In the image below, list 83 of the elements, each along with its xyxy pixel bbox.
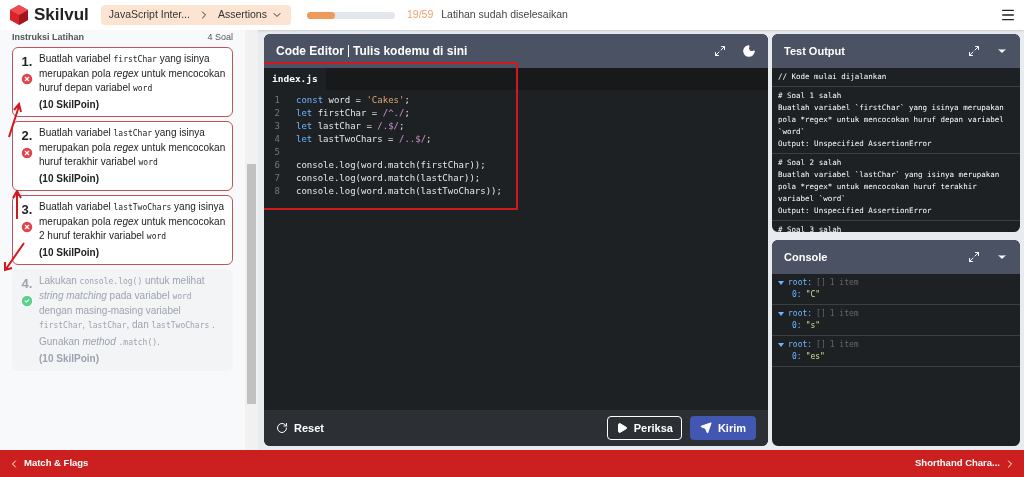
console-count: 1 item (829, 277, 859, 289)
instructions-title: Instruksi Latihan (12, 32, 84, 43)
editor-title: Code Editor (276, 43, 344, 60)
task-card[interactable]: 2. Buatlah variabel lastChar yang isinya merupakan pola regex untuk mencocokan huruf terakhir variabel word (10 SkilPoin) (12, 121, 233, 191)
code-line: const word = 'Cakes'; (295, 94, 410, 107)
panel-title: Console (784, 249, 828, 265)
line-number: 8 (273, 185, 281, 198)
error-icon (20, 71, 34, 86)
task-number: 3. (21, 201, 33, 219)
question-count: 4 Soal (207, 32, 233, 43)
next-link[interactable]: Shorthand Chara... (915, 456, 1016, 471)
task-description: Lakukan console.log() untuk melihat string matching pada variabel word dengan masing-masing variabel firstChar, lastChar, dan lastTwoChars . (39, 274, 216, 332)
task-number: 4. (21, 275, 33, 293)
triangle-icon[interactable] (778, 312, 784, 316)
console-value: "C" (805, 289, 821, 301)
code-line: let firstChar = /^./; (295, 107, 410, 120)
expand-icon[interactable] (714, 45, 726, 57)
console-type: [] (816, 339, 826, 351)
previous-link[interactable]: Match & Flags (8, 456, 89, 471)
console-key: root: (788, 339, 813, 351)
code-line: console.log(word.match(lastTwoChars)); (295, 185, 502, 198)
task-card[interactable]: 1. Buatlah variabel firstChar yang isinya merupakan pola regex untuk mencocokan huruf depan variabel word (10 SkilPoin) (12, 47, 233, 117)
lesson-dropdown[interactable]: Assertions (217, 7, 283, 23)
expand-icon[interactable] (968, 45, 980, 57)
check-icon (20, 293, 34, 308)
refresh-icon (276, 422, 288, 434)
brand-name: Skilvul (34, 4, 89, 27)
send-icon (699, 422, 712, 434)
console-type: [] (816, 277, 826, 289)
task-description: Buatlah variabel lastChar yang isinya merupakan pola regex untuk mencocokan huruf terakhir variabel word (39, 126, 226, 169)
line-number: 7 (273, 172, 281, 185)
code-line: console.log(word.match(firstChar)); (295, 159, 486, 172)
line-number: 2 (273, 107, 281, 120)
console-index: 0: (792, 320, 802, 332)
task-points: (10 SkilPoin) (39, 352, 100, 366)
code-line: let lastChar = /.$/; (295, 120, 405, 133)
progress-count: 19/59 (406, 7, 434, 23)
task-number: 2. (21, 127, 33, 145)
task-description: Buatlah variabel lastTwoChars yang isinya merupakan pola regex untuk mencocokan 2 huruf terakhir variabel word (39, 200, 226, 243)
task-points: (10 SkilPoin) (39, 246, 100, 260)
submit-button[interactable]: Kirim (689, 416, 756, 440)
file-tab[interactable]: index.js (264, 68, 326, 90)
menu-button[interactable] (1000, 7, 1016, 23)
play-icon (615, 422, 628, 434)
console-key: root: (788, 277, 813, 289)
console-value: "es" (805, 351, 825, 363)
line-number: 6 (273, 159, 281, 172)
task-description: Buatlah variabel firstChar yang isinya merupakan pola regex untuk mencocokan huruf depan variabel word (39, 52, 226, 95)
arrow-drawing (12, 190, 22, 220)
console-index: 0: (792, 289, 802, 301)
arrow-drawing (8, 102, 22, 138)
arrow-drawing (2, 242, 26, 272)
panel-title: Test Output (784, 43, 845, 59)
code-line: let lastTwoChars = /..$/; (295, 133, 432, 146)
line-number: 3 (273, 120, 281, 133)
scrollbar[interactable] (245, 30, 258, 450)
moon-icon[interactable] (742, 44, 756, 58)
task-description: Gunakan method .match(). (39, 335, 161, 349)
task-card[interactable]: 3. Buatlah variabel lastTwoChars yang isinya merupakan pola regex untuk mencocokan 2 huruf terakhir variabel word (10 SkilPoin) (12, 195, 233, 265)
triangle-icon[interactable] (778, 343, 784, 347)
task-points: (10 SkilPoin) (39, 172, 100, 186)
console-type: [] (816, 308, 826, 320)
reset-button[interactable]: Reset (276, 419, 324, 437)
triangle-icon[interactable] (778, 281, 784, 285)
code-line: console.log(word.match(lastChar)); (295, 172, 481, 185)
console-value: "s" (805, 320, 821, 332)
editor-subtitle: Tulis kodemu di sini (353, 43, 468, 60)
expand-icon[interactable] (968, 251, 980, 263)
course-breadcrumb[interactable]: JavaScript Inter... (108, 7, 190, 23)
error-icon (20, 145, 34, 160)
line-number: 5 (273, 146, 281, 159)
console-key: root: (788, 308, 813, 320)
line-number: 1 (273, 94, 281, 107)
check-button[interactable]: Periksa (606, 416, 682, 440)
task-points: (10 SkilPoin) (39, 98, 100, 112)
console-index: 0: (792, 351, 802, 363)
progress-label: Latihan sudah diselesaikan (441, 7, 568, 23)
error-icon (20, 219, 34, 234)
console-count: 1 item (829, 339, 859, 351)
cube-logo-icon (8, 4, 30, 26)
line-number: 4 (273, 133, 281, 146)
console-count: 1 item (829, 308, 859, 320)
task-number: 1. (21, 53, 33, 71)
